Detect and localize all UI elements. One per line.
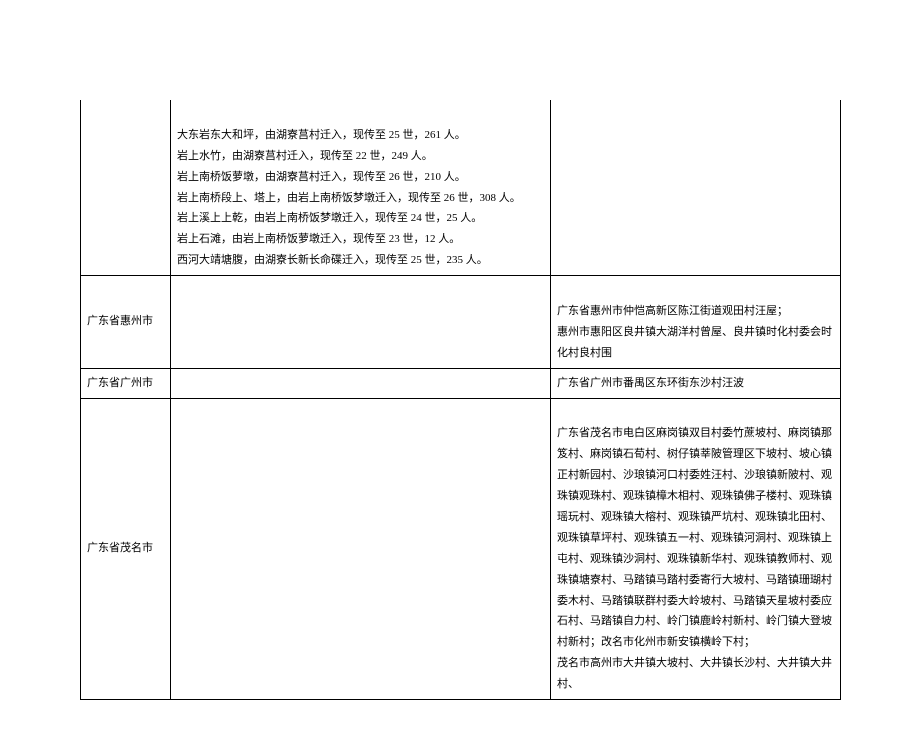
region-text: 广东省惠州市 xyxy=(87,315,153,327)
detail-left-cell: 大东岩东大和坪，由湖寮莒村迁入，现传至 25 世，261 人。 岩上水竹，由湖寮… xyxy=(171,100,551,276)
detail-left-text: 大东岩东大和坪，由湖寮莒村迁入，现传至 25 世，261 人。 岩上水竹，由湖寮… xyxy=(177,129,521,266)
detail-right-text: 广东省广州市番禺区东环街东沙村汪波 xyxy=(557,377,744,389)
table-row: 大东岩东大和坪，由湖寮莒村迁入，现传至 25 世，261 人。 岩上水竹，由湖寮… xyxy=(81,100,841,276)
detail-left-cell xyxy=(171,276,551,369)
table-row: 广东省广州市 广东省广州市番禺区东环街东沙村汪波 xyxy=(81,368,841,398)
region-cell xyxy=(81,100,171,276)
detail-right-cell: 广东省广州市番禺区东环街东沙村汪波 xyxy=(551,368,841,398)
table-row: 广东省茂名市 广东省茂名市电白区麻岗镇双目村委竹蔗坡村、麻岗镇那笈村、麻岗镇石荀… xyxy=(81,398,841,699)
region-text: 广东省广州市 xyxy=(87,377,153,389)
region-cell: 广东省广州市 xyxy=(81,368,171,398)
detail-left-cell xyxy=(171,398,551,699)
detail-right-cell xyxy=(551,100,841,276)
detail-right-cell: 广东省茂名市电白区麻岗镇双目村委竹蔗坡村、麻岗镇那笈村、麻岗镇石荀村、树仔镇莘陂… xyxy=(551,398,841,699)
detail-left-cell xyxy=(171,368,551,398)
region-cell: 广东省惠州市 xyxy=(81,276,171,369)
document-page: 大东岩东大和坪，由湖寮莒村迁入，现传至 25 世，261 人。 岩上水竹，由湖寮… xyxy=(0,0,920,740)
detail-right-text: 广东省惠州市仲恺高新区陈江街道观田村汪屋； 惠州市惠阳区良井镇大湖洋村曾屋、良井… xyxy=(557,305,832,359)
region-cell: 广东省茂名市 xyxy=(81,398,171,699)
detail-right-cell: 广东省惠州市仲恺高新区陈江街道观田村汪屋； 惠州市惠阳区良井镇大湖洋村曾屋、良井… xyxy=(551,276,841,369)
table-row: 广东省惠州市 广东省惠州市仲恺高新区陈江街道观田村汪屋； 惠州市惠阳区良井镇大湖… xyxy=(81,276,841,369)
region-text: 广东省茂名市 xyxy=(87,542,153,554)
region-table: 大东岩东大和坪，由湖寮莒村迁入，现传至 25 世，261 人。 岩上水竹，由湖寮… xyxy=(80,100,841,700)
